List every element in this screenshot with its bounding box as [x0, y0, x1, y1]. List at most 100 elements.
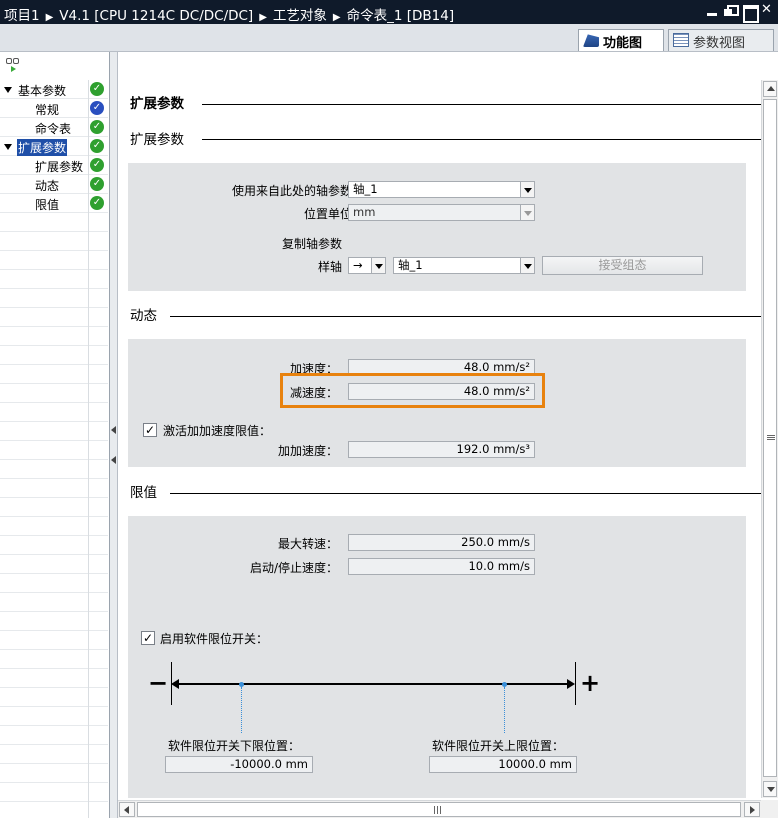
crumb-sep-icon: ▶ — [45, 12, 54, 23]
sample-axis-select[interactable]: 轴_1 — [393, 257, 535, 274]
use-axis-value: 轴_1 — [353, 182, 378, 196]
view-tab-strip: 功能图 参数视图 — [0, 24, 778, 52]
position-axis — [174, 683, 572, 685]
sample-axis-label: 样轴 — [317, 260, 342, 274]
sidebar-item-label: 命令表 — [35, 122, 72, 136]
jerk-field[interactable]: 192.0 mm/s³ — [348, 441, 535, 458]
upper-limit-leader — [504, 687, 505, 733]
page-title: 扩展参数 — [130, 96, 184, 112]
copy-axis-label: 复制轴参数 — [281, 237, 342, 251]
close-icon[interactable]: ✕ — [761, 2, 773, 17]
maximize-icon[interactable] — [743, 5, 759, 23]
max-speed-field[interactable]: 250.0 mm/s — [348, 534, 535, 551]
tab-param-view[interactable]: 参数视图 — [668, 29, 774, 51]
grip-icon — [434, 806, 441, 814]
status-ok-icon: ✓ — [90, 139, 104, 153]
grip-icon — [767, 435, 775, 440]
status-ok-blue-icon: ✓ — [90, 101, 104, 115]
pos-unit-select: mm — [348, 204, 535, 221]
lower-limit-field[interactable]: -10000.0 mm — [165, 756, 313, 773]
upper-limit-unit: mm — [549, 757, 572, 771]
function-view-icon — [583, 34, 599, 47]
sidebar-item-extended-params-sub[interactable]: 扩展参数 ✓ — [0, 156, 108, 175]
horizontal-scrollbar[interactable] — [118, 800, 761, 818]
sidebar-item-label: 基本参数 — [18, 84, 67, 98]
sidebar-item-extended-params[interactable]: 扩展参数 ✓ — [0, 137, 108, 156]
upper-limit-field[interactable]: 10000.0 mm — [429, 756, 577, 773]
chevron-down-icon[interactable] — [520, 258, 534, 273]
parameter-content: 扩展参数 扩展参数 使用来自此处的轴参数 轴_1 位置单位 mm 复制轴参数 样… — [118, 52, 761, 800]
scroll-corner — [761, 800, 778, 818]
copy-direction-select[interactable]: → — [348, 257, 386, 274]
start-stop-speed-label: 启动/停止速度： — [249, 561, 338, 575]
jerk-unit: mm/s³ — [493, 442, 530, 456]
sidebar-item-label: 限值 — [35, 198, 60, 212]
chevron-down-icon — [520, 205, 534, 220]
collapse-left-icon[interactable] — [111, 426, 116, 434]
sample-axis-value: 轴_1 — [398, 258, 423, 272]
minimize-icon[interactable] — [706, 5, 718, 17]
sidebar-item-general[interactable]: 常规 ✓ — [0, 99, 108, 118]
crumb-cpu[interactable]: V4.1 [CPU 1214C DC/DC/DC] — [59, 8, 253, 24]
jerk-limit-checkbox[interactable]: ✓ — [143, 423, 157, 437]
scroll-left-icon[interactable] — [119, 802, 135, 817]
scroll-thumb[interactable] — [137, 802, 741, 817]
sidebar-item-label: 常规 — [35, 103, 60, 117]
section-title-dynamics: 动态 — [130, 308, 157, 324]
chevron-down-icon[interactable] — [371, 258, 385, 273]
chevron-down-icon[interactable] — [520, 182, 534, 197]
upper-limit-label: 软件限位开关上限位置： — [432, 739, 565, 753]
limits-panel: 最大转速： 250.0 mm/s 启动/停止速度： 10.0 mm/s ✓ 启用… — [128, 516, 746, 798]
sw-limit-checkbox[interactable]: ✓ — [141, 631, 155, 645]
dynamics-panel: 加速度： 48.0 mm/s² 减速度： 48.0 mm/s² ✓ 激活加加速度… — [128, 339, 746, 467]
jerk-label: 加加速度： — [277, 444, 338, 458]
use-axis-label: 使用来自此处的轴参数 — [231, 184, 352, 198]
sidebar-item-basic-params[interactable]: 基本参数 ✓ — [0, 80, 108, 99]
sidebar-item-dynamics[interactable]: 动态 ✓ — [0, 175, 108, 194]
decel-highlight-box — [280, 373, 545, 408]
start-stop-speed-field[interactable]: 10.0 mm/s — [348, 558, 535, 575]
pos-unit-value: mm — [353, 205, 376, 219]
sidebar-item-label: 扩展参数 — [17, 139, 68, 156]
minus-icon: − — [148, 669, 169, 697]
accept-config-button[interactable]: 接受组态 — [542, 256, 703, 275]
expand-triangle-icon[interactable] — [4, 87, 12, 93]
start-stop-speed-unit: mm/s — [497, 559, 530, 573]
title-rule — [202, 104, 761, 105]
ext-params-panel: 使用来自此处的轴参数 轴_1 位置单位 mm 复制轴参数 样轴 → 轴_1 接受… — [128, 163, 746, 291]
navigation-tree: 基本参数 ✓ 常规 ✓ 命令表 ✓ 扩展参数 ✓ 扩展参数 ✓ 动态 ✓ 限值 … — [0, 52, 110, 818]
tab-function-view[interactable]: 功能图 — [578, 29, 664, 51]
plus-icon: + — [580, 669, 601, 697]
status-ok-icon: ✓ — [90, 177, 104, 191]
vertical-scrollbar[interactable] — [761, 80, 778, 798]
pane-splitter[interactable] — [110, 52, 118, 818]
copy-direction-value: → — [353, 258, 363, 272]
use-axis-select[interactable]: 轴_1 — [348, 181, 535, 198]
sidebar-item-command-table[interactable]: 命令表 ✓ — [0, 118, 108, 137]
crumb-project[interactable]: 项目1 — [4, 8, 40, 24]
collapse-left-icon[interactable] — [111, 456, 116, 464]
section-title-limits: 限值 — [130, 485, 157, 501]
scroll-up-icon[interactable] — [763, 81, 777, 97]
lower-limit-label: 软件限位开关下限位置： — [168, 739, 301, 753]
title-bar: 项目1 ▶ V4.1 [CPU 1214C DC/DC/DC] ▶ 工艺对象 ▶ 命令表_1… — [0, 0, 778, 24]
status-ok-icon: ✓ — [90, 196, 104, 210]
section-title-ext-params: 扩展参数 — [130, 132, 184, 148]
crumb-tech-objects[interactable]: 工艺对象 — [273, 8, 327, 24]
crumb-command-table: 命令表_1 [DB14] — [346, 8, 455, 24]
scroll-right-icon[interactable] — [744, 802, 760, 817]
nav-toolbar-icon[interactable] — [6, 56, 24, 72]
scroll-down-icon[interactable] — [763, 781, 777, 797]
section-rule — [170, 316, 761, 317]
scroll-thumb[interactable] — [763, 99, 777, 777]
expand-triangle-icon[interactable] — [4, 144, 12, 150]
restore-icon[interactable] — [724, 5, 739, 17]
sidebar-item-limits[interactable]: 限值 ✓ — [0, 194, 108, 213]
sidebar-item-label: 动态 — [35, 179, 60, 193]
start-stop-speed-value: 10.0 — [468, 559, 495, 573]
breadcrumb: 项目1 ▶ V4.1 [CPU 1214C DC/DC/DC] ▶ 工艺对象 ▶ 命令表_1… — [4, 4, 454, 24]
lower-limit-leader — [241, 687, 242, 733]
section-rule — [202, 139, 761, 140]
tab-function-view-label: 功能图 — [603, 36, 643, 51]
accel-unit: mm/s² — [493, 360, 530, 374]
